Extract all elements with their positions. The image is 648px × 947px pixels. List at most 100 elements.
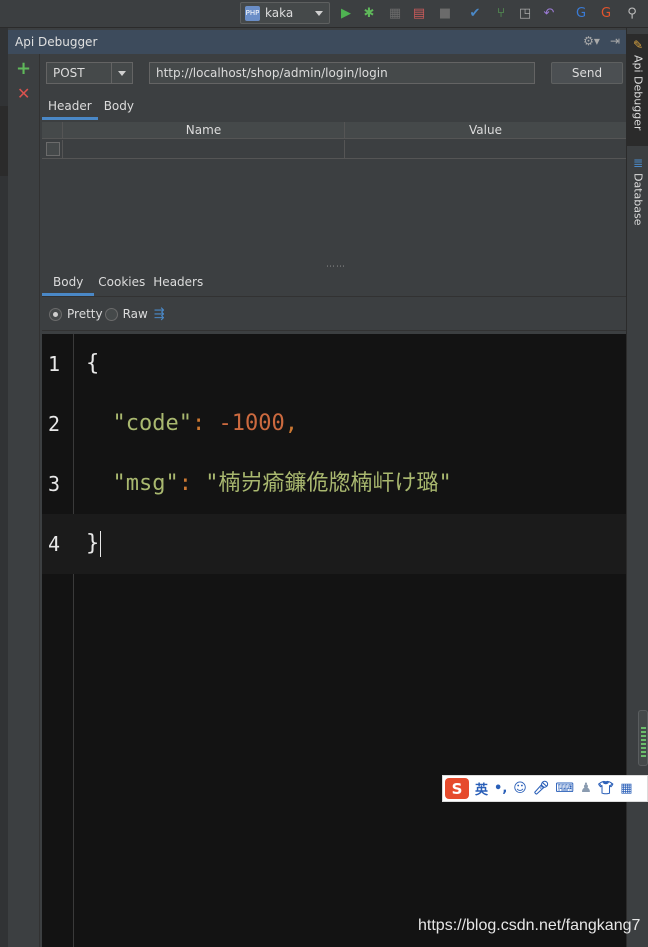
pretty-label: Pretty (67, 307, 103, 321)
pretty-radio[interactable] (49, 307, 62, 321)
select-column-header (42, 122, 62, 139)
side-tab-api-debugger[interactable]: ✎ Api Debugger (627, 34, 648, 146)
response-tabs: Body Cookies Headers (42, 272, 207, 296)
text-caret (100, 531, 102, 557)
code-line: 3 "msg": "楠岃瘉鐮佹牎楠屽け璐" (42, 454, 626, 514)
column-header-value[interactable]: Value (344, 122, 626, 139)
json-string: "楠岃瘉鐮佹牎楠屽け璐" (205, 471, 452, 496)
hide-panel-icon[interactable]: ⇥ (610, 34, 620, 48)
brush-icon: ✎ (632, 38, 644, 52)
search-icon[interactable]: ⚲ (623, 4, 641, 22)
line-number: 2 (47, 412, 61, 436)
json-number: -1000 (218, 411, 285, 436)
header-table-head: Name Value (42, 122, 626, 139)
code-line: 1 { (42, 334, 626, 394)
code-text: "code": -1000, (86, 394, 298, 454)
code-line: 2 "code": -1000, (42, 394, 626, 454)
column-header-name[interactable]: Name (62, 122, 344, 139)
send-button[interactable]: Send (551, 62, 623, 84)
translate-alt-icon[interactable]: G (597, 4, 615, 22)
run-configuration-select[interactable]: PHP kaka (240, 2, 330, 24)
row-checkbox[interactable] (46, 142, 60, 156)
right-tool-strip: ✎ Api Debugger ≣ Database (626, 28, 648, 947)
select-divider (111, 63, 112, 83)
watermark: https://blog.csdn.net/fangkang7 (418, 917, 641, 934)
code-line-current: 4 } (42, 514, 626, 574)
code-text: } (86, 514, 102, 574)
splitter-handle[interactable]: ⋯⋯ (326, 262, 346, 272)
json-comma: , (284, 411, 298, 436)
tab-response-headers[interactable]: Headers (149, 272, 207, 296)
code-text: { (86, 351, 100, 376)
tab-header[interactable]: Header (42, 96, 98, 120)
tab-body[interactable]: Body (98, 96, 140, 120)
chevron-down-icon (315, 11, 323, 16)
tab-response-cookies[interactable]: Cookies (94, 272, 149, 296)
skin-icon[interactable]: 👕︎ (598, 781, 615, 796)
code-text: "msg": "楠岃瘉鐮佹牎楠屽け璐" (86, 454, 452, 514)
scrollbar-thumb[interactable] (638, 710, 648, 766)
ime-toolbar: S 英 •, ☺ 🎤︎ ⌨ ♟ 👕︎ ▦ (442, 775, 648, 802)
emoji-icon[interactable]: ☺ (513, 781, 527, 796)
vcs-history-icon[interactable]: ◳ (516, 4, 534, 22)
keyboard-icon[interactable]: ⌨ (555, 781, 574, 796)
tab-response-body[interactable]: Body (42, 272, 95, 296)
tool-window-header: Api Debugger ⚙▾ ⇥ (8, 30, 626, 54)
value-cell[interactable] (344, 140, 626, 159)
name-cell[interactable] (62, 140, 344, 159)
profile-icon[interactable]: ▤ (410, 4, 428, 22)
url-input[interactable] (149, 62, 535, 84)
divider (42, 296, 626, 297)
revert-icon[interactable]: ↶ (540, 4, 558, 22)
delete-icon[interactable]: ✕ (17, 85, 30, 103)
json-colon: : (191, 411, 219, 436)
ime-punctuation[interactable]: •, (494, 781, 507, 796)
run-configuration-label: kaka (265, 6, 294, 20)
side-tab-database[interactable]: ≣ Database (627, 154, 648, 226)
table-row[interactable] (42, 140, 626, 159)
left-strip-marker (0, 106, 8, 176)
vcs-update-icon[interactable]: ✔ (466, 4, 484, 22)
coverage-icon[interactable]: ▦ (386, 4, 404, 22)
scroll-marker-lines (641, 727, 646, 757)
database-icon: ≣ (632, 156, 644, 170)
http-method-value: POST (53, 66, 85, 80)
divider (42, 330, 626, 331)
line-number: 3 (47, 472, 61, 496)
header-table: Name Value (42, 122, 626, 159)
line-number: 1 (47, 352, 61, 376)
microphone-icon[interactable]: 🎤︎ (533, 781, 550, 796)
soft-wrap-icon[interactable]: ⇶ (154, 307, 165, 322)
stop-icon[interactable]: ■ (436, 4, 454, 22)
ime-mode[interactable]: 英 (475, 779, 488, 798)
vcs-branch-icon[interactable]: ⑂ (492, 4, 510, 22)
line-number: 4 (47, 532, 61, 556)
user-icon[interactable]: ♟ (580, 781, 592, 796)
request-tabs: Header Body (42, 96, 140, 120)
php-file-icon: PHP (245, 5, 260, 21)
http-method-select[interactable]: POST (46, 62, 133, 84)
debug-icon[interactable]: ✱ (360, 4, 378, 22)
chevron-down-icon (118, 71, 126, 76)
json-key: "code" (112, 411, 192, 436)
run-icon[interactable]: ▶ (337, 4, 355, 22)
left-tool-strip (0, 28, 8, 947)
side-tab-label: Api Debugger (631, 55, 645, 131)
translate-icon[interactable]: G (572, 4, 590, 22)
closing-brace: } (86, 531, 100, 556)
tool-window-title: Api Debugger (15, 35, 98, 49)
gear-icon[interactable]: ⚙▾ (583, 34, 600, 48)
format-options: Pretty Raw ⇶ (42, 300, 626, 328)
add-icon[interactable]: + (16, 60, 31, 78)
json-key: "msg" (112, 471, 179, 496)
ime-logo[interactable]: S (445, 778, 469, 799)
side-tab-label: Database (631, 173, 645, 226)
ide-toolbar: PHP kaka ▶ ✱ ▦ ▤ ■ ✔ ⑂ ◳ ↶ G G ⚲ (0, 0, 648, 28)
raw-radio[interactable] (104, 307, 118, 321)
request-actions-column: + ✕ (8, 54, 40, 947)
grid-menu-icon[interactable]: ▦ (620, 781, 632, 796)
response-editor[interactable]: 1 { 2 "code": -1000, 3 "msg": "楠岃瘉鐮佹牎楠屽け… (42, 334, 626, 947)
tool-window-actions: ⚙▾ ⇥ (583, 34, 620, 48)
json-colon: : (178, 471, 206, 496)
raw-label: Raw (122, 307, 148, 321)
